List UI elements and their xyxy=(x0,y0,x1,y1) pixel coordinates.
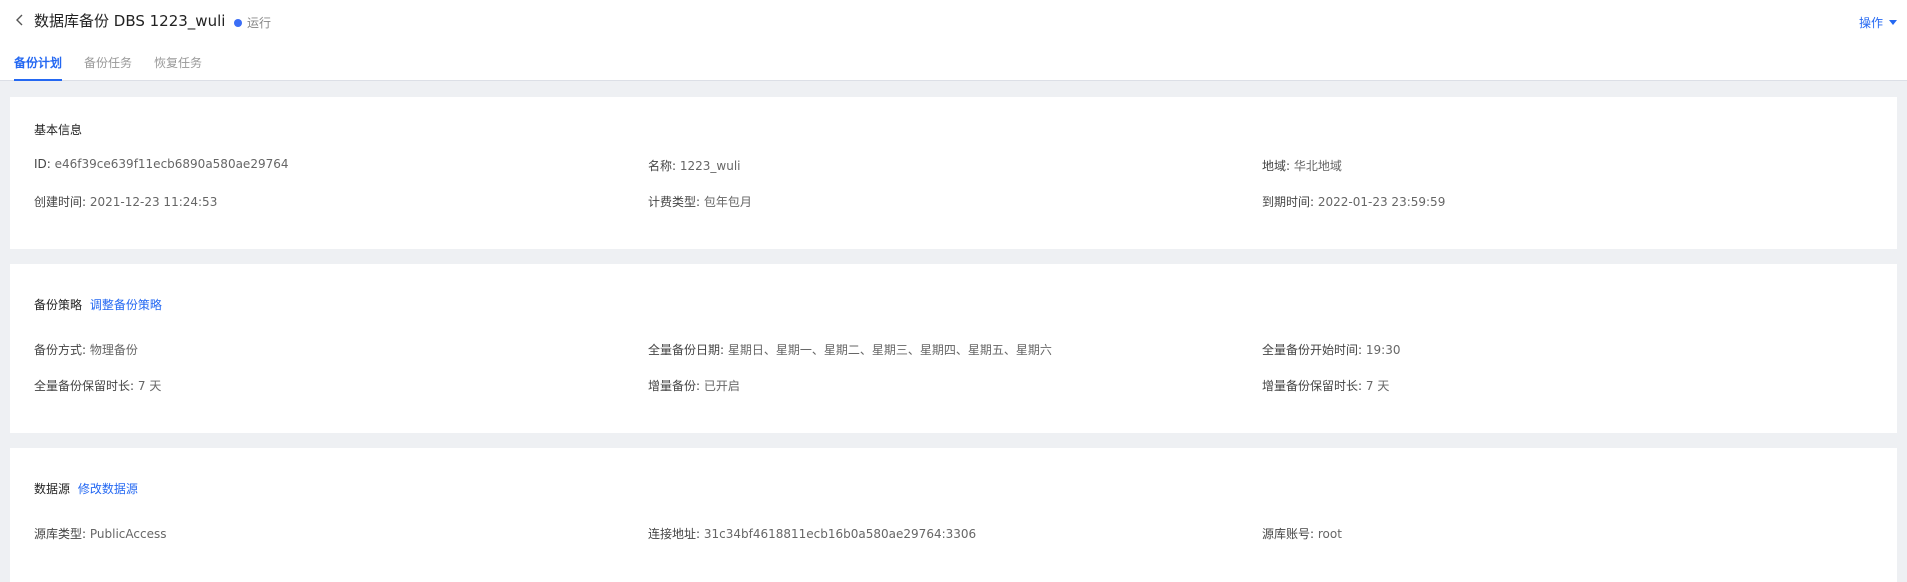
expire-time-label: 到期时间: xyxy=(1262,195,1315,209)
tab-restore-tasks[interactable]: 恢复任务 xyxy=(154,54,202,81)
region-label: 地域: xyxy=(1262,159,1291,173)
full-backup-date-label: 全量备份日期: xyxy=(648,343,725,357)
basic-info-card: 基本信息 ID: e46f39ce639f11ecb6890a580ae2976… xyxy=(10,97,1897,249)
name-value: 1223_wuli xyxy=(679,159,741,173)
operations-label: 操作 xyxy=(1858,16,1883,30)
expire-time-value: 2022-01-23 23:59:59 xyxy=(1317,195,1446,209)
name-field: 名称: 1223_wuli xyxy=(648,157,741,174)
source-account-value: root xyxy=(1317,527,1342,541)
incremental-backup-label: 增量备份: xyxy=(648,379,701,393)
created-time-value: 2021-12-23 11:24:53 xyxy=(89,195,218,209)
incremental-retention-value: 7 天 xyxy=(1365,379,1390,393)
created-time-field: 创建时间: 2021-12-23 11:24:53 xyxy=(34,193,217,210)
backup-strategy-card: 备份策略 调整备份策略 备份方式: 物理备份 全量备份日期: 星期日、星期一、星… xyxy=(10,264,1897,433)
incremental-backup-field: 增量备份: 已开启 xyxy=(648,377,740,394)
source-account-label: 源库账号: xyxy=(1262,527,1315,541)
adjust-strategy-link[interactable]: 调整备份策略 xyxy=(90,298,162,312)
page-header: 数据库备份 DBS 1223_wuli 运行 操作 备份计划 备份任务 恢复任务 xyxy=(0,0,1907,81)
full-backup-retention-label: 全量备份保留时长: xyxy=(34,379,135,393)
caret-down-icon xyxy=(1889,20,1897,25)
full-backup-start-field: 全量备份开始时间: 19:30 xyxy=(1262,341,1400,358)
id-value: e46f39ce639f11ecb6890a580ae29764 xyxy=(54,157,289,171)
status-text: 运行 xyxy=(247,16,272,30)
source-type-value: PublicAccess xyxy=(89,527,167,541)
status-dot-icon xyxy=(234,18,242,27)
data-source-card: 数据源 修改数据源 源库类型: PublicAccess 连接地址: 31c34… xyxy=(10,448,1897,582)
connection-address-value: 31c34bf4618811ecb16b0a580ae29764:3306 xyxy=(703,527,977,541)
source-account-field: 源库账号: root xyxy=(1262,525,1342,542)
full-backup-start-label: 全量备份开始时间: xyxy=(1262,343,1363,357)
id-field: ID: e46f39ce639f11ecb6890a580ae29764 xyxy=(34,157,289,171)
source-type-field: 源库类型: PublicAccess xyxy=(34,525,166,542)
billing-type-label: 计费类型: xyxy=(648,195,701,209)
incremental-backup-value: 已开启 xyxy=(703,379,740,393)
status-badge: 运行 xyxy=(234,14,271,31)
operations-dropdown[interactable]: 操作 xyxy=(1859,14,1897,31)
id-label: ID: xyxy=(34,157,51,171)
tab-bar: 备份计划 备份任务 恢复任务 xyxy=(14,54,202,81)
region-field: 地域: 华北地域 xyxy=(1262,157,1342,174)
connection-address-field: 连接地址: 31c34bf4618811ecb16b0a580ae29764:3… xyxy=(648,525,976,542)
full-backup-start-value: 19:30 xyxy=(1365,343,1401,357)
basic-info-title: 基本信息 xyxy=(34,123,83,137)
backup-method-field: 备份方式: 物理备份 xyxy=(34,341,138,358)
back-arrow-icon[interactable] xyxy=(12,11,28,29)
full-backup-date-value: 星期日、星期一、星期二、星期三、星期四、星期五、星期六 xyxy=(727,343,1052,357)
page-title: 数据库备份 DBS 1223_wuli xyxy=(34,12,226,30)
backup-method-value: 物理备份 xyxy=(89,343,138,357)
incremental-retention-label: 增量备份保留时长: xyxy=(1262,379,1363,393)
edit-source-link[interactable]: 修改数据源 xyxy=(78,482,138,496)
data-source-title: 数据源 修改数据源 xyxy=(34,480,138,497)
backup-method-label: 备份方式: xyxy=(34,343,87,357)
name-label: 名称: xyxy=(648,159,677,173)
backup-strategy-heading: 备份策略 xyxy=(34,298,83,312)
incremental-retention-field: 增量备份保留时长: 7 天 xyxy=(1262,377,1389,394)
region-value: 华北地域 xyxy=(1293,159,1342,173)
tab-backup-plan[interactable]: 备份计划 xyxy=(14,54,63,81)
connection-address-label: 连接地址: xyxy=(648,527,701,541)
full-backup-retention-field: 全量备份保留时长: 7 天 xyxy=(34,377,161,394)
billing-type-value: 包年包月 xyxy=(703,195,752,209)
expire-time-field: 到期时间: 2022-01-23 23:59:59 xyxy=(1262,193,1445,210)
backup-strategy-title: 备份策略 调整备份策略 xyxy=(34,296,162,313)
full-backup-date-field: 全量备份日期: 星期日、星期一、星期二、星期三、星期四、星期五、星期六 xyxy=(648,341,1052,358)
tab-backup-tasks[interactable]: 备份任务 xyxy=(84,54,132,81)
source-type-label: 源库类型: xyxy=(34,527,87,541)
created-time-label: 创建时间: xyxy=(34,195,87,209)
billing-type-field: 计费类型: 包年包月 xyxy=(648,193,752,210)
data-source-heading: 数据源 xyxy=(34,482,71,496)
full-backup-retention-value: 7 天 xyxy=(137,379,162,393)
